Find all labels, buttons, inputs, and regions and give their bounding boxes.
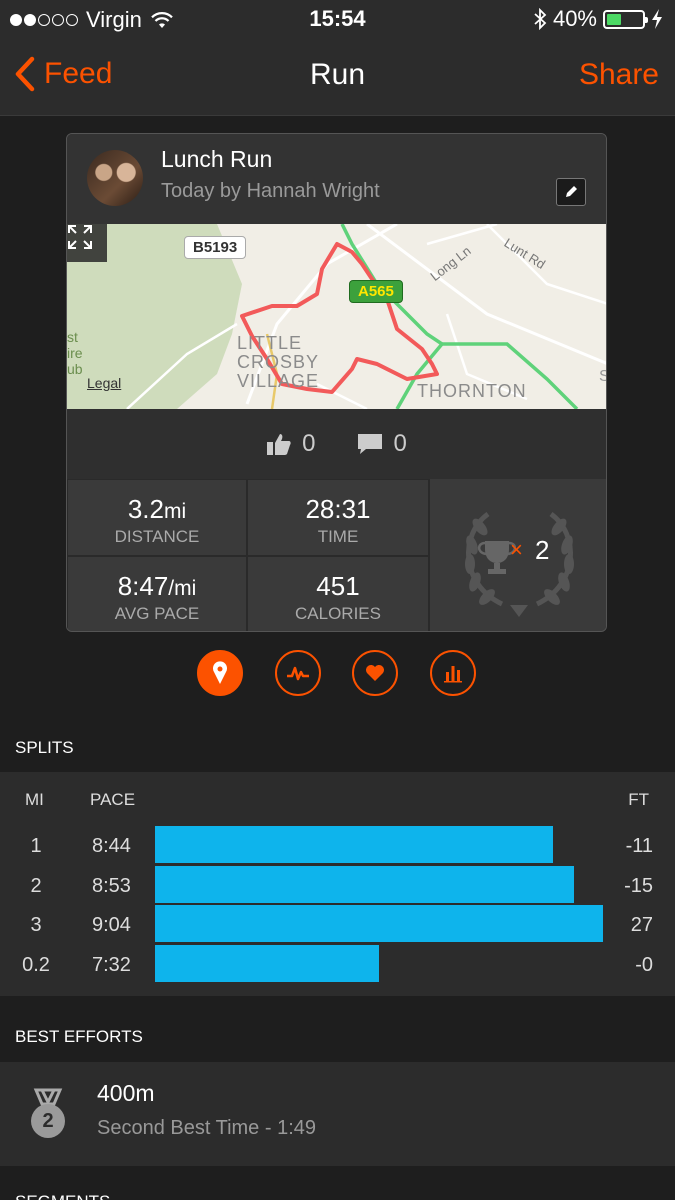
pace-unit: /mi: [168, 577, 197, 600]
activity-subtitle: Today by Hannah Wright: [161, 180, 380, 202]
nav-bar: Feed Run Share: [0, 38, 675, 116]
map-cutoff-label: st ire ub: [67, 329, 83, 377]
split-mile: 3: [30, 914, 42, 936]
comment-count: 0: [393, 430, 407, 457]
splits-table: MI PACE FT 1 8:44 -11 2 8:53 -15 3 9:04 27 0.2 7:3…: [0, 772, 675, 996]
stat-calories: 451 CALORIES: [247, 556, 429, 631]
tab-map[interactable]: [197, 650, 243, 696]
page-title: Run: [309, 58, 366, 91]
best-effort-name: 400m: [97, 1080, 155, 1106]
calories-value: 451: [316, 571, 360, 601]
distance-unit: mi: [163, 500, 187, 523]
route-map[interactable]: B5193 A565 LITTLE CROSBY VILLAGE THORNTO…: [67, 224, 606, 409]
split-pace: 8:53: [92, 874, 131, 897]
split-elevation: -11: [625, 835, 653, 857]
tab-pace-chart[interactable]: [275, 650, 321, 696]
expand-map-button[interactable]: [67, 224, 107, 262]
split-pace: 7:32: [92, 953, 131, 976]
charging-icon: [652, 9, 662, 29]
thumbs-up-icon: [267, 434, 291, 455]
split-bar: [155, 865, 574, 903]
splits-header-ft: FT: [628, 790, 649, 809]
map-edge-letter: S: [599, 368, 606, 386]
stat-time: 28:31 TIME: [247, 479, 429, 556]
activity-tabs: [0, 650, 675, 696]
pace-chart-icon: [287, 666, 309, 681]
road-shield-b5193: B5193: [184, 236, 247, 259]
tab-analysis[interactable]: [430, 650, 476, 696]
split-elevation: -0: [635, 953, 653, 976]
time-label: TIME: [317, 527, 359, 546]
medal-rank: 2: [42, 1110, 54, 1132]
edit-button[interactable]: [556, 178, 586, 206]
achievements-badge[interactable]: × 2: [429, 479, 606, 631]
map-pin-icon: [213, 661, 227, 684]
bluetooth-icon: [534, 8, 547, 30]
social-row: 0 0: [67, 409, 606, 479]
split-pace: 9:04: [92, 914, 131, 936]
achievement-multiplier: ×: [510, 537, 523, 562]
place-label-little-crosby: LITTLE CROSBY VILLAGE: [237, 333, 320, 391]
split-row: 0.2 7:32 -0: [0, 944, 675, 983]
road-shield-a565: A565: [349, 280, 403, 303]
split-bar: [155, 826, 553, 863]
splits-header-mi: MI: [25, 790, 44, 809]
pencil-icon: [566, 186, 577, 197]
split-mile: 0.2: [22, 953, 50, 976]
distance-label: DISTANCE: [114, 527, 200, 546]
split-bar: [155, 944, 379, 982]
place-label-thornton: THORNTON: [417, 381, 527, 401]
best-efforts-title: BEST EFFORTS: [15, 1027, 143, 1046]
bar-chart-icon: [444, 666, 462, 683]
pace-label: AVG PACE: [114, 604, 200, 623]
pace-value: 8:47: [117, 571, 169, 601]
stat-distance: 3.2mi DISTANCE: [67, 479, 247, 556]
best-effort-desc: Second Best Time - 1:49: [97, 1117, 317, 1139]
expand-icon: [68, 225, 92, 249]
kudos-button[interactable]: 0: [266, 430, 316, 458]
status-bar: Virgin 15:54 40%: [0, 0, 675, 38]
kudos-count: 0: [302, 430, 316, 457]
activity-name: Lunch Run: [161, 146, 273, 172]
split-mile: 2: [30, 874, 42, 897]
share-button[interactable]: Share: [579, 58, 659, 92]
achievement-count: 2: [535, 535, 550, 565]
calories-label: CALORIES: [295, 604, 381, 623]
comments-button[interactable]: 0: [356, 430, 407, 458]
stat-pace: 8:47/mi AVG PACE: [67, 556, 247, 631]
battery-icon: [603, 9, 648, 29]
split-bar: [155, 905, 603, 942]
avatar[interactable]: [87, 150, 143, 206]
heart-icon: [366, 665, 384, 681]
split-pace: 8:44: [92, 835, 131, 857]
segments-title: SEGMENTS: [15, 1192, 110, 1200]
split-row: 3 9:04 27: [0, 905, 675, 943]
splits-header-pace: PACE: [90, 790, 136, 809]
split-elevation: -15: [624, 874, 653, 897]
battery-percent: 40%: [552, 6, 597, 31]
split-row: 2 8:53 -15: [0, 865, 675, 904]
split-row: 1 8:44 -11: [0, 826, 675, 864]
time-value: 28:31: [305, 494, 371, 524]
best-effort-item[interactable]: 2 400m Second Best Time - 1:49: [0, 1062, 675, 1166]
splits-title: SPLITS: [15, 738, 74, 757]
activity-card: Lunch Run Today by Hannah Wright B5193 A…: [66, 133, 607, 632]
stats-grid: 3.2mi DISTANCE 28:31 TIME 8:47/mi AVG PA…: [67, 479, 606, 631]
tab-heart-rate[interactable]: [352, 650, 398, 696]
split-mile: 1: [30, 835, 42, 857]
status-right: 40%: [533, 6, 663, 32]
split-elevation: 27: [630, 914, 653, 936]
map-legal-link[interactable]: Legal: [87, 375, 121, 391]
activity-header: Lunch Run Today by Hannah Wright: [67, 134, 606, 224]
distance-value: 3.2: [127, 494, 164, 524]
comment-icon: [357, 434, 382, 454]
